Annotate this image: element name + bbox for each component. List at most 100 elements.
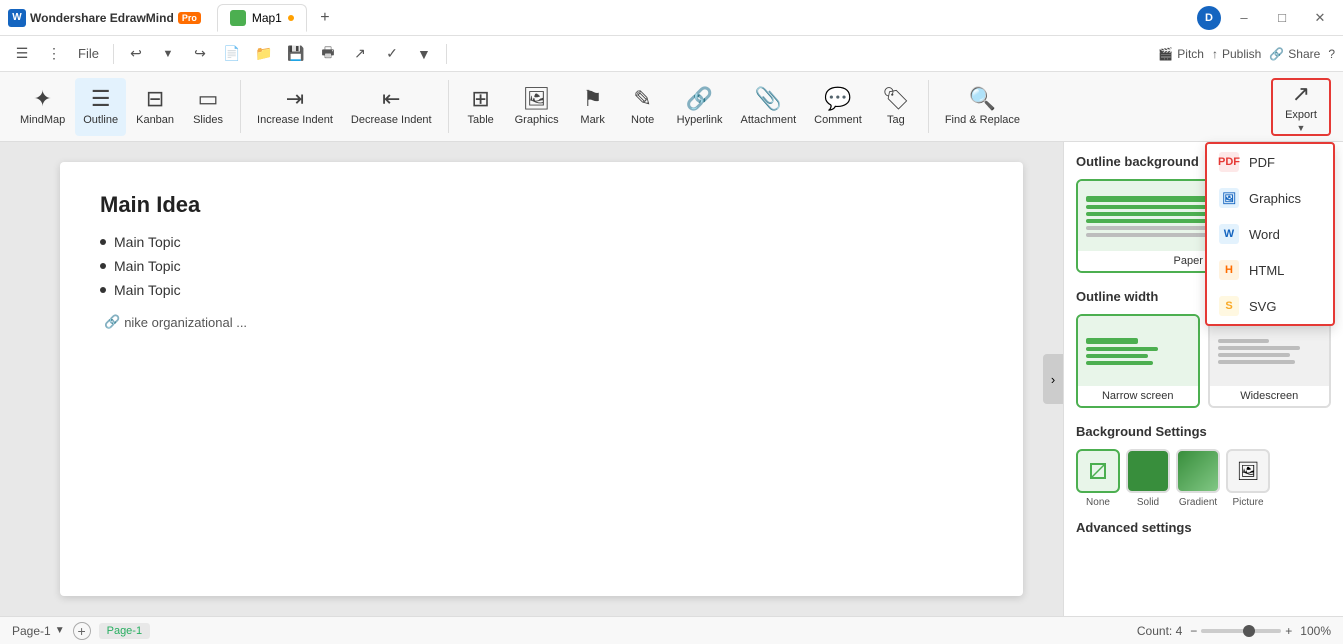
add-tab-button[interactable]: + [311,4,339,32]
narrow-screen-card[interactable]: Narrow screen [1076,314,1200,408]
narrow-line-3 [1086,361,1153,365]
pitch-button[interactable]: 🎬 Pitch [1158,47,1204,61]
export-arrow: ▼ [1297,123,1306,133]
panel-toggle-button[interactable]: › [1043,354,1063,404]
mindmap-button[interactable]: ✦ MindMap [12,78,73,136]
zoom-slider[interactable] [1201,629,1281,633]
new-button[interactable]: 📄 [218,40,246,68]
tag-icon: 🏷 [882,86,910,112]
dropdown-arrow[interactable]: ▼ [410,40,438,68]
bg-solid-icon [1126,449,1170,493]
widescreen-card[interactable]: Widescreen [1208,314,1332,408]
undo-arrow[interactable]: ▼ [154,40,182,68]
insert-group: ⊞ Table 🖼 Graphics ⚑ Mark ✎ Note 🔗 Hyper… [453,72,924,141]
note-button[interactable]: ✎ Note [619,78,667,136]
export-word-option[interactable]: W Word [1207,216,1333,252]
table-icon: ⊞ [471,86,489,112]
wide-line-2 [1218,353,1290,357]
narrow-screen-label: Narrow screen [1078,386,1198,406]
slides-button[interactable]: ▭ Slides [184,78,232,136]
export-button[interactable]: ↗ Export ▼ [1271,78,1331,136]
word-icon: W [1219,224,1239,244]
ribbon-sep-3 [928,80,929,133]
add-page-button[interactable]: + [73,622,91,640]
mindmap-label: MindMap [20,114,65,127]
bg-solid-option[interactable]: Solid [1126,449,1170,508]
collapse-icon[interactable]: ⋮ [40,40,68,68]
ribbon: ✦ MindMap ☰ Outline ⊟ Kanban ▭ Slides ⇥ … [0,72,1343,142]
title-bar-actions: D – □ ✕ [1197,6,1335,30]
tag-button[interactable]: 🏷 Tag [872,78,920,136]
kanban-button[interactable]: ⊟ Kanban [128,78,182,136]
page-tab[interactable]: Page-1 [99,623,150,639]
user-avatar[interactable]: D [1197,6,1221,30]
table-button[interactable]: ⊞ Table [457,78,505,136]
page-selector[interactable]: Page-1 ▼ [12,624,65,638]
app-logo: W Wondershare EdrawMind Pro [8,9,201,27]
bg-solid-label: Solid [1137,497,1159,508]
attachment-button[interactable]: 📎 Attachment [733,78,805,136]
export-html-option[interactable]: H HTML [1207,252,1333,288]
export-pdf-option[interactable]: PDF PDF [1207,144,1333,180]
checkmark-button[interactable]: ✓ [378,40,406,68]
page-label: Page-1 [12,624,51,638]
ribbon-sep-2 [448,80,449,133]
save-button[interactable]: 💾 [282,40,310,68]
export-word-label: Word [1249,227,1280,242]
decrease-indent-label: Decrease Indent [351,114,432,127]
outline-link[interactable]: 🔗 nike organizational ... [104,314,983,330]
decrease-indent-button[interactable]: ⇤ Decrease Indent [343,78,440,136]
bg-none-label: None [1086,497,1110,508]
increase-indent-label: Increase Indent [257,114,333,127]
maximize-button[interactable]: □ [1267,6,1297,30]
zoom-out-button[interactable]: − [1190,624,1197,638]
tab-map-icon [230,10,246,26]
mark-button[interactable]: ⚑ Mark [569,78,617,136]
minimize-button[interactable]: – [1229,6,1259,30]
tab-area: Map1 + [217,4,339,32]
canvas-area: › Main Idea Main Topic Main Topic Main T… [0,142,1063,616]
publish-button[interactable]: ↑ Publish [1212,47,1261,61]
tab-map1[interactable]: Map1 [217,4,307,32]
wide-line-3 [1218,360,1296,364]
tab-dot [288,15,294,21]
file-button[interactable]: File [72,40,105,68]
bg-gradient-option[interactable]: Gradient [1176,449,1220,508]
share-button[interactable]: 🔗 Share [1269,47,1320,61]
bg-none-option[interactable]: None [1076,449,1120,508]
view-group: ✦ MindMap ☰ Outline ⊟ Kanban ▭ Slides [8,72,236,141]
export-graphics-option[interactable]: 🖼 Graphics [1207,180,1333,216]
bg-picture-option[interactable]: 🖼 Picture [1226,449,1270,508]
close-button[interactable]: ✕ [1305,6,1335,30]
zoom-in-button[interactable]: + [1285,624,1292,638]
undo-button[interactable]: ↩ [122,40,150,68]
page-dropdown-arrow: ▼ [55,625,65,636]
open-button[interactable]: 📁 [250,40,278,68]
pro-badge: Pro [178,12,201,24]
print-button[interactable]: 🖶 [314,40,342,68]
export-icon: ↗ [1292,81,1310,107]
outline-button[interactable]: ☰ Outline [75,78,126,136]
comment-button[interactable]: 💬 Comment [806,78,870,136]
mindmap-icon: ✦ [33,86,51,112]
increase-indent-button[interactable]: ⇥ Increase Indent [249,78,341,136]
expand-icon[interactable]: ☰ [8,40,36,68]
find-replace-button[interactable]: 🔍 Find & Replace [937,78,1028,136]
bullet-1 [100,239,106,245]
html-icon: H [1219,260,1239,280]
export-svg-option[interactable]: S SVG [1207,288,1333,324]
thumb-line-5 [1086,233,1215,237]
kanban-icon: ⊟ [146,86,164,112]
tag-label: Tag [887,114,905,127]
export-svg-label: SVG [1249,299,1276,314]
attachment-label: Attachment [741,114,797,127]
secondary-toolbar: ☰ ⋮ File ↩ ▼ ↪ 📄 📁 💾 🖶 ↗ ✓ ▼ 🎬 Pitch ↑ P… [0,36,1343,72]
zoom-control: − + [1190,624,1292,638]
redo-button[interactable]: ↪ [186,40,214,68]
help-button[interactable]: ? [1328,47,1335,61]
find-replace-icon: 🔍 [969,86,996,112]
graphics-button[interactable]: 🖼 Graphics [507,78,567,136]
export-graphics-label: Graphics [1249,191,1301,206]
hyperlink-button[interactable]: 🔗 Hyperlink [669,78,731,136]
export-small-button[interactable]: ↗ [346,40,374,68]
